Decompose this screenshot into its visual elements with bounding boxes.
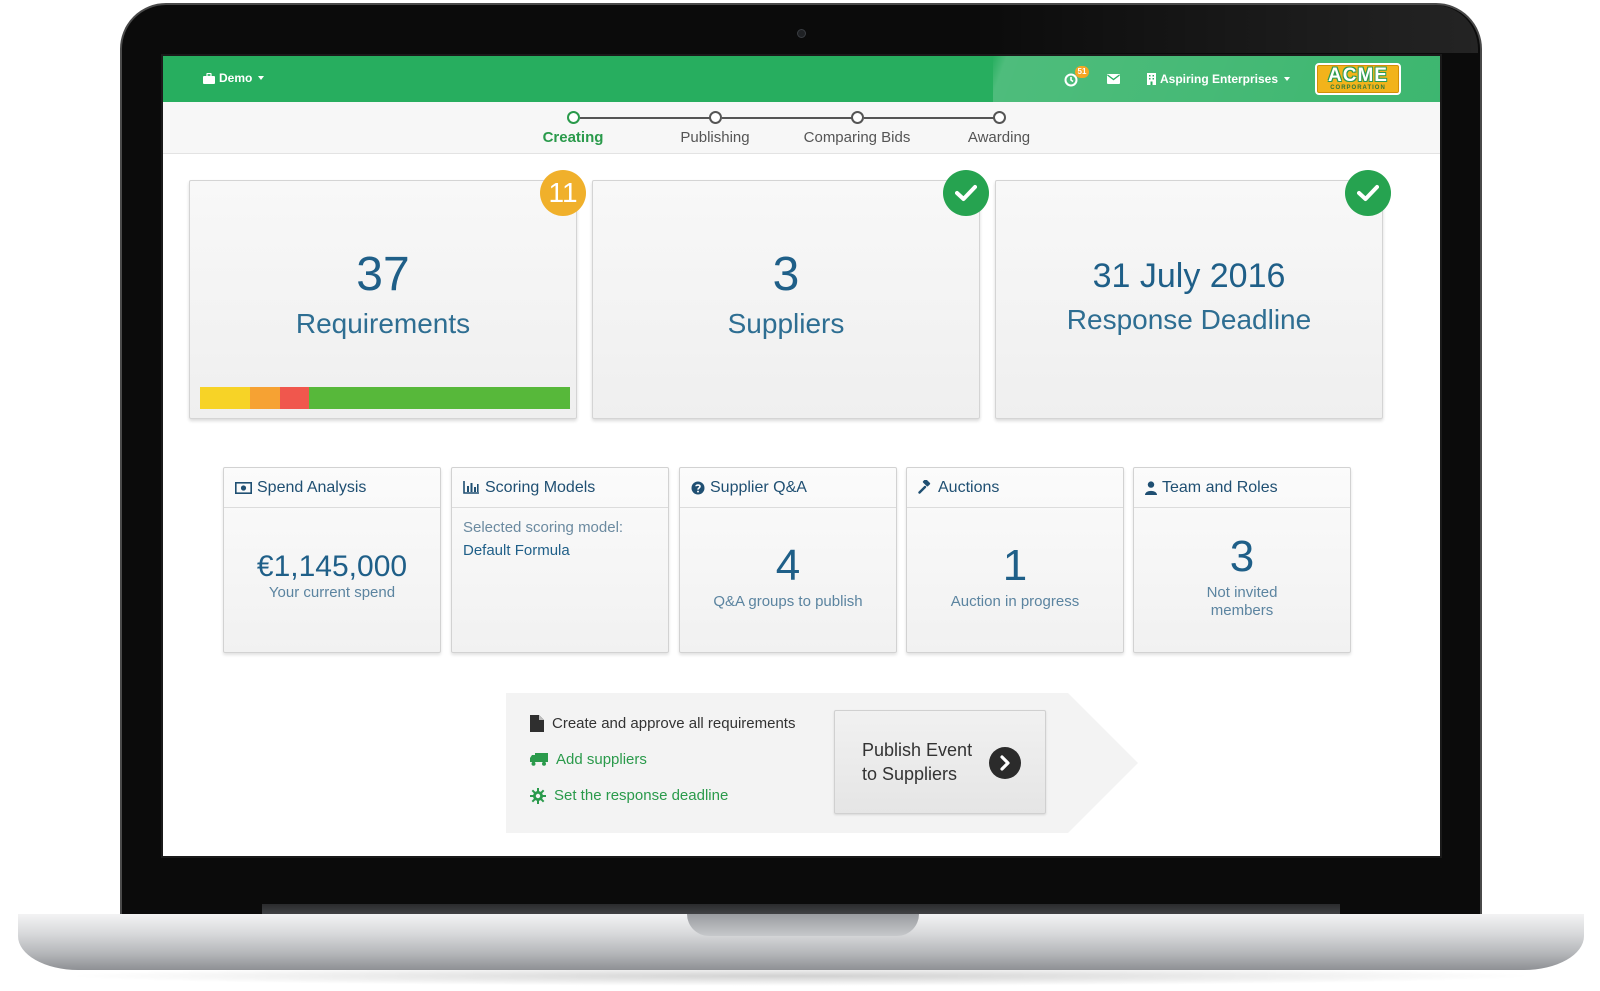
suppliers-count: 3 [772, 248, 800, 301]
progress-segment-red [279, 387, 310, 409]
scoring-model-caption: Selected scoring model: [463, 519, 624, 536]
step-creating[interactable]: Creating [493, 129, 653, 146]
question-circle-icon [691, 481, 705, 494]
scoring-model-value[interactable]: Default Formula [463, 539, 657, 562]
scoring-models-header[interactable]: Scoring Models [452, 468, 668, 508]
company-label: Aspiring Enterprises [1160, 72, 1279, 86]
gavel-icon [918, 480, 931, 494]
mail-icon[interactable] [1107, 74, 1120, 84]
checklist-item-deadline[interactable]: Set the response deadline [530, 787, 728, 804]
publish-label-line1: Publish Event [862, 740, 973, 760]
spend-analysis-card[interactable]: Spend Analysis €1,145,000 Your current s… [223, 467, 441, 653]
document-icon [530, 715, 544, 732]
lid-reflection [970, 5, 1478, 53]
progress-segment-orange [249, 387, 280, 409]
spend-value: €1,145,000 [256, 550, 408, 583]
chevron-right-icon [989, 747, 1021, 779]
supplier-qa-card[interactable]: Supplier Q&A 4 Q&A groups to publish [679, 467, 897, 653]
step-marker-publishing [709, 111, 722, 124]
progress-segment-yellow [200, 387, 250, 409]
step-connector [864, 117, 1000, 119]
team-roles-title: Team and Roles [1162, 478, 1278, 496]
spend-analysis-title: Spend Analysis [257, 478, 367, 496]
scoring-models-card[interactable]: Scoring Models Selected scoring model: D… [451, 467, 669, 653]
not-invited-caption-line2: members [1210, 602, 1274, 619]
team-roles-card[interactable]: Team and Roles 3 Not invited members [1133, 467, 1351, 653]
not-invited-caption-line1: Not invited [1206, 584, 1278, 601]
auctions-card[interactable]: Auctions 1 Auction in progress [906, 467, 1124, 653]
step-connector [722, 117, 858, 119]
set-deadline-link[interactable]: Set the response deadline [554, 787, 728, 804]
chevron-down-icon [258, 76, 265, 80]
workspace-dropdown[interactable]: Demo [203, 71, 265, 85]
auctions-header[interactable]: Auctions [907, 468, 1123, 508]
requirements-count-badge: 11 [540, 170, 586, 216]
supplier-qa-header[interactable]: Supplier Q&A [680, 468, 896, 508]
not-invited-count: 3 [1229, 532, 1255, 581]
app-screen: Demo 51 Aspiring Enterprises ACME CORPOR… [161, 54, 1442, 858]
deadline-card[interactable]: 31 July 2016 Response Deadline [995, 180, 1383, 419]
spend-caption: Your current spend [268, 584, 396, 601]
logo-subtext: CORPORATION [1330, 84, 1386, 91]
logo-text: ACME [1328, 64, 1388, 86]
next-steps-callout: Create and approve all requirements Add … [506, 693, 1138, 833]
progress-segment-green [309, 387, 570, 409]
requirements-count: 37 [356, 248, 410, 301]
step-publishing[interactable]: Publishing [635, 129, 795, 146]
step-marker-creating [567, 111, 580, 124]
suppliers-label: Suppliers [727, 308, 845, 339]
publish-label-line2: to Suppliers [862, 764, 958, 784]
bar-chart-icon [463, 481, 479, 494]
company-dropdown[interactable]: Aspiring Enterprises [1147, 72, 1291, 86]
supplier-qa-title: Supplier Q&A [710, 478, 807, 496]
suppliers-card[interactable]: 3 Suppliers [592, 180, 980, 419]
chevron-down-icon [1284, 77, 1291, 81]
checklist-item-suppliers[interactable]: Add suppliers [530, 751, 647, 768]
auctions-title: Auctions [938, 478, 1000, 496]
money-icon [235, 481, 252, 494]
briefcase-icon [203, 72, 215, 84]
progress-stepper: Creating Publishing Comparing Bids Award… [163, 102, 1440, 154]
laptop-notch [687, 914, 919, 936]
step-marker-comparing-bids [851, 111, 864, 124]
team-roles-header[interactable]: Team and Roles [1134, 468, 1350, 508]
camera-icon [797, 29, 806, 38]
step-awarding[interactable]: Awarding [919, 129, 1079, 146]
top-navbar: Demo 51 Aspiring Enterprises ACME CORPOR… [163, 56, 1440, 102]
notification-count-badge: 51 [1075, 66, 1089, 78]
qa-groups-count: 4 [775, 541, 801, 590]
publish-event-button[interactable]: Publish Event to Suppliers [834, 710, 1046, 814]
requirements-label: Requirements [295, 308, 471, 339]
deadline-label: Response Deadline [1066, 304, 1312, 335]
suppliers-check-icon [943, 170, 989, 216]
qa-groups-caption: Q&A groups to publish [713, 593, 863, 610]
step-connector [580, 117, 716, 119]
deadline-check-icon [1345, 170, 1391, 216]
deadline-date: 31 July 2016 [1092, 257, 1286, 295]
truck-icon [530, 753, 548, 766]
auctions-caption: Auction in progress [950, 593, 1080, 610]
publish-button-label: Publish Event to Suppliers [862, 738, 972, 786]
scoring-models-title: Scoring Models [485, 478, 596, 496]
requirements-card[interactable]: 37 Requirements [189, 180, 577, 419]
acme-logo: ACME CORPORATION [1315, 63, 1401, 95]
auctions-count: 1 [1002, 541, 1028, 590]
building-icon [1147, 73, 1156, 85]
workspace-label: Demo [219, 71, 253, 85]
add-suppliers-link[interactable]: Add suppliers [556, 751, 647, 768]
checklist-item-requirements-label: Create and approve all requirements [552, 715, 796, 732]
spend-analysis-header[interactable]: Spend Analysis [224, 468, 440, 508]
gear-icon [530, 787, 546, 804]
step-comparing-bids[interactable]: Comparing Bids [777, 129, 937, 146]
step-marker-awarding [993, 111, 1006, 124]
user-icon [1145, 480, 1157, 495]
requirements-progress-bar [200, 387, 570, 409]
checklist-item-requirements: Create and approve all requirements [530, 715, 795, 732]
